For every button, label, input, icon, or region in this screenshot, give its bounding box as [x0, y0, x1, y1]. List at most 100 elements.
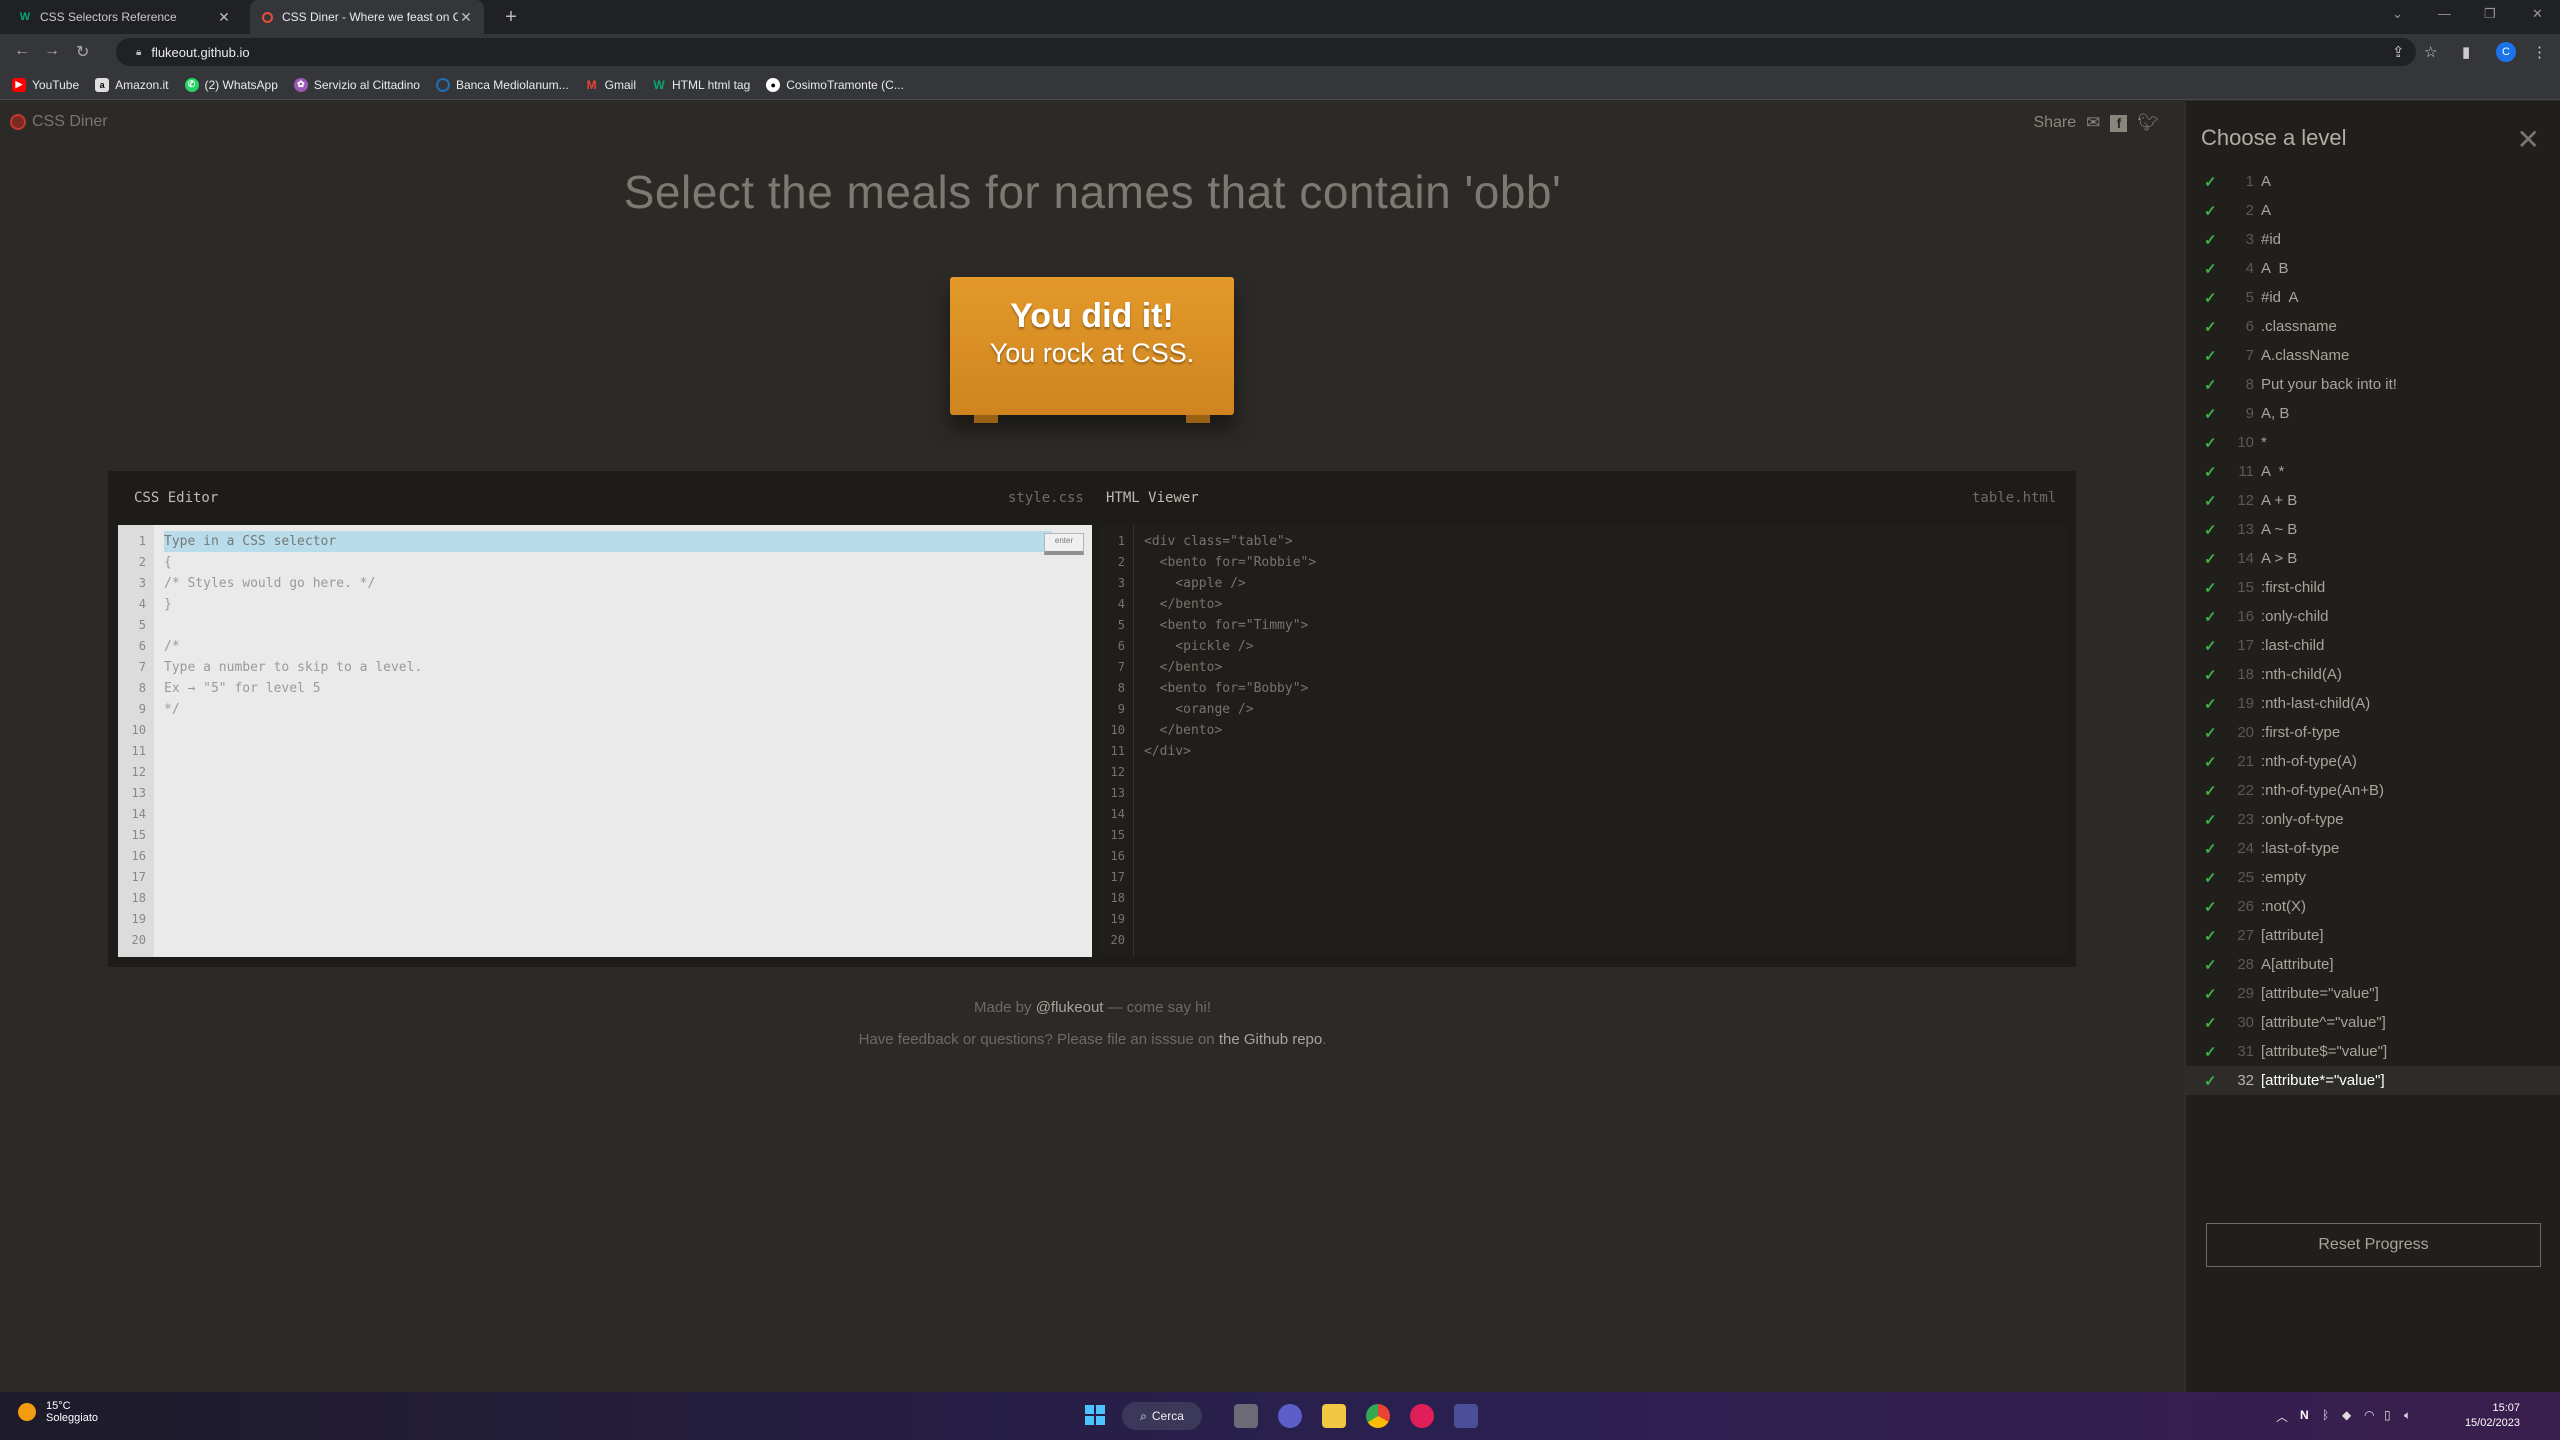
level-item[interactable]: ✓ 21:nth-of-type(A): [2186, 747, 2560, 776]
bookmark-banca-mediolanum[interactable]: Banca Mediolanum...: [435, 77, 569, 92]
level-item[interactable]: ✓ 28 A[attribute]: [2186, 950, 2560, 979]
css-selector-input[interactable]: Type in a CSS selector: [164, 531, 1052, 552]
html-line[interactable]: <bento for="Robbie">: [1144, 552, 2026, 573]
level-item[interactable]: ✓ 1 A: [2186, 167, 2560, 196]
bookmark-star-icon[interactable]: ☆: [2424, 43, 2437, 61]
close-icon[interactable]: ✕: [2517, 123, 2540, 156]
volume-icon[interactable]: 🔈︎: [2404, 1408, 2411, 1423]
tab-css-selectors-reference[interactable]: W CSS Selectors Reference ✕: [8, 0, 242, 34]
level-item[interactable]: ✓ 2 A: [2186, 196, 2560, 225]
address-bar[interactable]: 🔒︎ flukeout.github.io: [116, 38, 2416, 66]
file-explorer-icon[interactable]: [1322, 1404, 1346, 1428]
new-tab-button[interactable]: +: [500, 6, 522, 29]
level-item[interactable]: ✓ 3 #id: [2186, 225, 2560, 254]
level-item[interactable]: ✓ 23:only-of-type: [2186, 805, 2560, 834]
logo[interactable]: CSS Diner: [10, 113, 108, 131]
html-line[interactable]: [1144, 930, 2026, 951]
back-button[interactable]: ←: [14, 42, 30, 60]
level-item[interactable]: ✓ 11 A *: [2186, 457, 2560, 486]
html-line[interactable]: </bento>: [1144, 594, 2026, 615]
close-icon[interactable]: ✕: [458, 9, 474, 26]
level-item[interactable]: ✓ 5 #id A: [2186, 283, 2560, 312]
html-line[interactable]: <bento for="Bobby">: [1144, 678, 2026, 699]
level-item[interactable]: ✓ 31 [attribute$="value"]: [2186, 1037, 2560, 1066]
level-item[interactable]: ✓ 29 [attribute="value"]: [2186, 979, 2560, 1008]
level-item[interactable]: ✓ 22:nth-of-type(An+B): [2186, 776, 2560, 805]
teams-chat-icon[interactable]: [1278, 1404, 1302, 1428]
html-line[interactable]: <orange />: [1144, 699, 2026, 720]
profile-avatar[interactable]: C: [2496, 42, 2516, 62]
level-item[interactable]: ✓ 4 A B: [2186, 254, 2560, 283]
bookmark-whatsapp[interactable]: ✆ (2) WhatsApp: [184, 77, 278, 92]
level-item[interactable]: ✓ 27 [attribute]: [2186, 921, 2560, 950]
side-panel-icon[interactable]: ▮: [2462, 43, 2470, 61]
bookmark-gmail[interactable]: M Gmail: [585, 78, 636, 92]
html-line[interactable]: <apple />: [1144, 573, 2026, 594]
level-item[interactable]: ✓ 14 A > B: [2186, 544, 2560, 573]
taskbar-search[interactable]: ⌕ Cerca: [1122, 1402, 1202, 1430]
reload-button[interactable]: ↻: [76, 42, 89, 62]
enter-button[interactable]: enter: [1044, 533, 1084, 555]
html-line[interactable]: [1144, 804, 2026, 825]
html-line[interactable]: </bento>: [1144, 720, 2026, 741]
html-line[interactable]: [1144, 888, 2026, 909]
windows-start-icon[interactable]: [1084, 1404, 1108, 1428]
level-item[interactable]: ✓ 7 A.className: [2186, 341, 2560, 370]
flukeout-link[interactable]: @flukeout: [1036, 999, 1104, 1016]
system-clock[interactable]: 15:07 15/02/2023: [2465, 1401, 2520, 1431]
html-line[interactable]: [1144, 783, 2026, 804]
window-close-button[interactable]: ✕: [2532, 6, 2543, 22]
chevron-up-icon[interactable]: ︿: [2276, 1408, 2288, 1425]
forward-button[interactable]: →: [44, 42, 60, 60]
bookmark-servizio-cittadino[interactable]: ✿ Servizio al Cittadino: [293, 77, 420, 92]
bookmark-github[interactable]: ● CosimoTramonte (C...: [766, 77, 904, 92]
battery-icon[interactable]: ▯: [2384, 1408, 2391, 1422]
html-line[interactable]: [1144, 846, 2026, 867]
level-item[interactable]: ✓ 25:empty: [2186, 863, 2560, 892]
wifi-icon[interactable]: ◠: [2364, 1408, 2374, 1422]
tab-search-icon[interactable]: ⌄: [2392, 6, 2403, 22]
html-line[interactable]: [1144, 762, 2026, 783]
bookmark-amazon[interactable]: a Amazon.it: [95, 77, 169, 92]
level-item[interactable]: ✓ 30 [attribute^="value"]: [2186, 1008, 2560, 1037]
html-line[interactable]: [1144, 909, 2026, 930]
email-icon[interactable]: ✉: [2086, 113, 2100, 133]
level-item[interactable]: ✓ 24:last-of-type: [2186, 834, 2560, 863]
reset-progress-button[interactable]: Reset Progress: [2206, 1223, 2541, 1267]
html-line[interactable]: [1144, 825, 2026, 846]
html-line[interactable]: [1144, 867, 2026, 888]
bluetooth-icon[interactable]: ᛒ: [2322, 1408, 2329, 1422]
html-line[interactable]: </bento>: [1144, 657, 2026, 678]
minimize-button[interactable]: —: [2438, 6, 2451, 21]
level-item[interactable]: ✓ 26:not(X): [2186, 892, 2560, 921]
app-icon[interactable]: [1454, 1404, 1478, 1428]
slack-icon[interactable]: [1410, 1404, 1434, 1428]
restore-button[interactable]: ❐: [2484, 6, 2496, 22]
level-item[interactable]: ✓ 9 A, B: [2186, 399, 2560, 428]
twitter-icon[interactable]: 🐦︎: [2137, 113, 2159, 133]
level-item[interactable]: ✓ 19:nth-last-child(A): [2186, 689, 2560, 718]
github-repo-link[interactable]: the Github repo: [1219, 1031, 1322, 1048]
level-item[interactable]: ✓ 10 *: [2186, 428, 2560, 457]
level-item[interactable]: ✓ 8 Put your back into it!: [2186, 370, 2560, 399]
level-item[interactable]: ✓ 32 [attribute*="value"]: [2186, 1066, 2560, 1095]
chrome-icon[interactable]: [1366, 1404, 1390, 1428]
share-icon[interactable]: ⇪: [2392, 43, 2405, 61]
html-line[interactable]: <bento for="Timmy">: [1144, 615, 2026, 636]
level-item[interactable]: ✓ 17:last-child: [2186, 631, 2560, 660]
bookmark-youtube[interactable]: ▶ YouTube: [12, 77, 79, 92]
html-line[interactable]: <pickle />: [1144, 636, 2026, 657]
close-icon[interactable]: ✕: [216, 9, 232, 26]
facebook-icon[interactable]: f: [2110, 114, 2128, 132]
bookmark-html-tag[interactable]: W HTML html tag: [652, 78, 750, 92]
html-line[interactable]: <div class="table">: [1144, 531, 2026, 552]
tray-app-icon[interactable]: N: [2300, 1408, 2309, 1422]
html-line[interactable]: </div>: [1144, 741, 2026, 762]
tray-app-icon[interactable]: ◆: [2342, 1408, 2351, 1422]
level-item[interactable]: ✓ 18:nth-child(A): [2186, 660, 2560, 689]
weather-widget[interactable]: 15°C Soleggiato: [18, 1400, 98, 1424]
level-item[interactable]: ✓ 16:only-child: [2186, 602, 2560, 631]
level-item[interactable]: ✓ 13 A ~ B: [2186, 515, 2560, 544]
task-view-icon[interactable]: [1234, 1404, 1258, 1428]
level-item[interactable]: ✓ 12 A + B: [2186, 486, 2560, 515]
